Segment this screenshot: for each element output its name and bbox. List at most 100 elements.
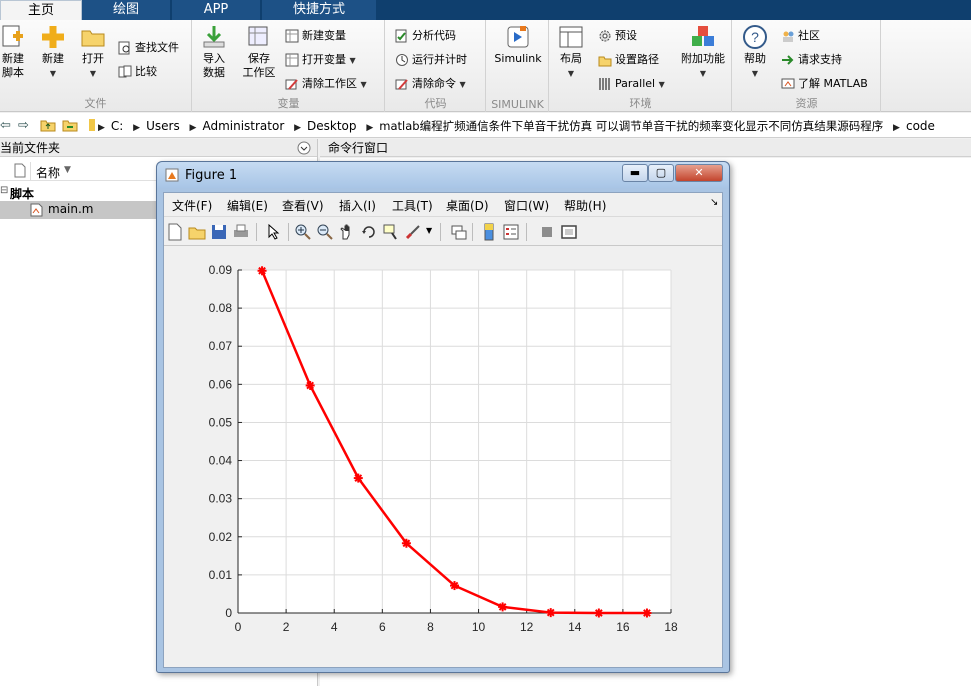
tab-shortcuts[interactable]: 快捷方式 [262,0,376,20]
parallel-icon [599,78,610,90]
simulink-icon [507,26,529,48]
community-button[interactable]: 社区 [781,28,820,44]
toolbar-separator [472,223,473,241]
back-arrow-icon[interactable]: ⇦ [0,118,11,133]
zoom-in-icon[interactable] [294,223,312,241]
layout-button[interactable]: 布局 ▼ [556,24,586,81]
save-icon[interactable] [210,223,228,241]
figure-titlebar[interactable]: Figure 1 ▬ ▢ ✕ [157,162,729,188]
data-cursor-icon[interactable] [382,223,400,241]
breadcrumb-item[interactable]: matlab编程扩频通信条件下单音干扰仿真 可以调节单音干扰的频率变化显示不同仿… [379,119,883,133]
colorbar-icon[interactable] [480,223,498,241]
zoom-out-icon[interactable] [316,223,334,241]
new-script-button[interactable]: 新建 脚本 [0,24,26,80]
learn-matlab-icon [781,78,795,89]
close-button[interactable]: ✕ [675,164,723,182]
figure-client: 文件(F) 编辑(E) 查看(V) 插入(I) 工具(T) 桌面(D) 窗口(W… [163,192,723,668]
pan-hand-icon[interactable] [338,223,356,241]
rotate-3d-icon[interactable] [360,223,378,241]
new-figure-icon[interactable] [166,223,184,241]
matlab-figure-icon [165,168,179,182]
up-folder-icon[interactable] [40,118,56,132]
new-variable-button[interactable]: 新建变量 [285,28,346,44]
open-variable-button[interactable]: 打开变量 ▼ [285,52,356,69]
toolstrip-tabbar: 主页 绘图 APP 快捷方式 [0,0,971,20]
new-script-icon [2,25,23,47]
import-icon [203,26,225,48]
parallel-button[interactable]: Parallel ▼ [598,76,665,93]
tab-plots[interactable]: 绘图 [82,0,170,20]
data-point [353,473,363,483]
open-file-icon[interactable] [188,223,206,241]
new-button[interactable]: 新建 ▼ [38,24,68,81]
breadcrumb-item[interactable]: Administrator [202,119,284,133]
community-icon [783,31,794,42]
breadcrumb-item[interactable]: code [906,119,935,133]
brush-dropdown-icon[interactable]: ▼ [426,226,432,235]
menu-tools[interactable]: 工具(T) [392,197,433,214]
menu-edit[interactable]: 编辑(E) [227,197,268,214]
run-and-time-button[interactable]: 运行并计时 [395,52,467,68]
m-file-icon [30,203,43,217]
plot-area: 0 2 4 6 8 10 12 14 16 18 0 0.01 0.02 0.03 0.04 0.05 0.06… [164,247,722,667]
simulink-button[interactable]: Simulink [493,24,543,66]
menu-file[interactable]: 文件(F) [172,197,212,214]
help-button[interactable]: ? 帮助 ▼ [737,24,773,81]
path-folder-icon [89,119,95,131]
maximize-button[interactable]: ▢ [648,164,674,182]
help-icon: ? [743,25,767,49]
menu-help[interactable]: 帮助(H) [564,197,606,214]
open-button[interactable]: 打开 ▼ [78,24,108,81]
brush-icon[interactable] [404,223,422,241]
request-support-button[interactable]: 请求支持 [781,52,842,68]
collapse-icon[interactable]: ⊟ [0,185,8,196]
tab-apps[interactable]: APP [172,0,260,20]
clear-commands-button[interactable]: 清除命令 ▼ [395,76,466,93]
minimize-button[interactable]: ▬ [622,164,648,182]
learn-matlab-button[interactable]: 了解 MATLAB [781,76,868,92]
sort-arrow-icon[interactable]: ▼ [64,165,71,175]
forward-arrow-icon[interactable]: ⇨ [18,118,29,133]
section-label-environment: 环境 [629,97,652,110]
breadcrumb-separator: ▶ [133,123,141,133]
y-tick-label: 0 [225,606,232,620]
tab-home[interactable]: 主页 [0,0,82,20]
line-chart[interactable]: 0 2 4 6 8 10 12 14 16 18 0 0.01 0.02 0.03 0.04 0.05 0.06… [164,247,722,667]
run-time-icon [396,54,408,66]
set-path-button[interactable]: 设置路径 [598,52,659,68]
panel-actions-icon[interactable] [297,141,311,155]
y-tick-label: 0.05 [209,415,233,429]
find-files-button[interactable]: 查找文件 [118,40,179,56]
breadcrumb-item[interactable]: Users [146,119,180,133]
layout-icon [559,26,583,48]
breadcrumb-item[interactable]: Desktop [307,119,357,133]
print-icon[interactable] [232,223,250,241]
show-plot-tools-icon[interactable] [560,223,578,241]
section-resources: ? 帮助 ▼ 社区 请求支持 了解 MATLAB 资源 [733,20,881,112]
clear-workspace-button[interactable]: 清除工作区 ▼ [285,76,367,93]
toolbar-separator [288,223,289,241]
import-data-button[interactable]: 导入 数据 [199,24,229,80]
menu-insert[interactable]: 插入(I) [339,197,376,214]
menu-view[interactable]: 查看(V) [282,197,324,214]
x-tick-label: 14 [568,620,582,634]
breadcrumb-item[interactable]: C: [111,119,123,133]
link-plot-icon[interactable] [450,223,468,241]
menu-desktop[interactable]: 桌面(D) [446,197,489,214]
preferences-button[interactable]: 预设 [598,28,637,44]
pointer-icon[interactable] [264,223,282,241]
menu-window[interactable]: 窗口(W) [504,197,549,214]
section-file: 新建 脚本 新建 ▼ 打开 ▼ 查找文件 比较 文件 [0,20,192,112]
analyze-code-button[interactable]: 分析代码 [395,28,456,44]
browse-folder-icon[interactable] [62,118,78,132]
name-column-header[interactable]: 名称 [36,164,60,181]
hide-plot-tools-icon[interactable] [538,223,556,241]
add-ons-icon [692,26,714,46]
legend-icon[interactable] [502,223,520,241]
add-ons-button[interactable]: 附加功能 ▼ [678,24,728,81]
save-workspace-button[interactable]: 保存 工作区 [239,24,279,80]
dock-arrow-icon[interactable]: ↘ [710,197,718,208]
breadcrumb-separator: ▶ [98,123,105,133]
compare-button[interactable]: 比较 [118,64,157,80]
figure-title: Figure 1 [185,168,238,183]
